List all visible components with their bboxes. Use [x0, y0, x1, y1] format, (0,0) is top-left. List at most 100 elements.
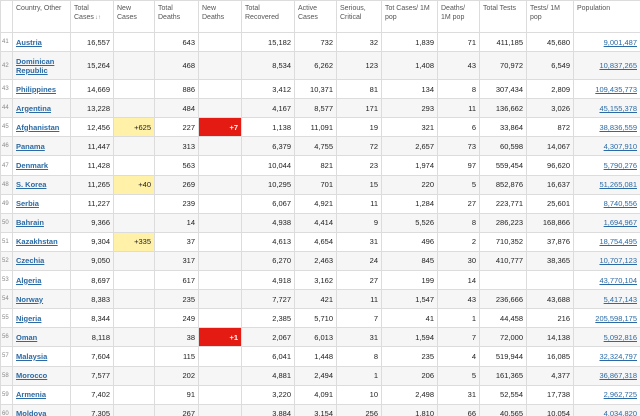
population-link-text[interactable]: 18,754,495	[599, 237, 637, 246]
population-link-text[interactable]: 205,598,175	[595, 314, 637, 323]
country-link[interactable]: Armenia	[12, 384, 71, 405]
population-link-text[interactable]: 10,707,123	[599, 256, 637, 265]
population-link[interactable]: 18,754,495	[573, 231, 640, 252]
country-link[interactable]: Kazakhstan	[12, 231, 71, 252]
population-link[interactable]: 51,265,081	[573, 174, 640, 195]
country-link-text[interactable]: Morocco	[16, 371, 47, 380]
country-link-text[interactable]: Moldova	[16, 409, 46, 416]
country-link[interactable]: Philippines	[12, 79, 71, 100]
header-total-deaths[interactable]: Total Deaths	[154, 0, 199, 33]
country-link[interactable]: Moldova	[12, 403, 71, 416]
header-new-deaths[interactable]: New Deaths	[198, 0, 242, 33]
country-link-text[interactable]: Algeria	[16, 276, 41, 285]
population-link-text[interactable]: 51,265,081	[599, 180, 637, 189]
country-link-text[interactable]: Dominican Republic	[16, 57, 67, 75]
population-link[interactable]: 10,707,123	[573, 250, 640, 272]
population-link[interactable]: 9,001,487	[573, 31, 640, 53]
country-link[interactable]: Serbia	[12, 193, 71, 214]
population-link-text[interactable]: 8,740,556	[604, 199, 637, 208]
country-link-text[interactable]: Serbia	[16, 199, 39, 208]
header-population[interactable]: Population	[573, 0, 640, 33]
country-link-text[interactable]: Armenia	[16, 390, 46, 399]
population-link[interactable]: 1,694,967	[573, 212, 640, 233]
population-link[interactable]: 5,790,276	[573, 155, 640, 176]
country-link-text[interactable]: Malaysia	[16, 352, 47, 361]
country-link[interactable]: Norway	[12, 289, 71, 310]
country-link-text[interactable]: Kazakhstan	[16, 237, 58, 246]
country-link[interactable]: Argentina	[12, 98, 71, 119]
population-link-text[interactable]: 4,034,820	[604, 409, 637, 416]
country-link[interactable]: Austria	[12, 31, 71, 53]
deaths-per-million-cell: 43	[437, 289, 480, 310]
population-link-text[interactable]: 4,307,910	[604, 142, 637, 151]
population-link-text[interactable]: 2,962,725	[604, 390, 637, 399]
population-link-text[interactable]: 5,092,816	[604, 333, 637, 342]
header-index[interactable]	[0, 0, 13, 33]
country-link-text[interactable]: Afghanistan	[16, 123, 59, 132]
country-link-text[interactable]: Oman	[16, 333, 37, 342]
population-link[interactable]: 205,598,175	[573, 308, 640, 329]
header-new-cases[interactable]: New Cases	[113, 0, 155, 33]
cases-per-million-cell: 845	[381, 250, 438, 272]
country-link-text[interactable]: Argentina	[16, 104, 51, 113]
country-link[interactable]: Nigeria	[12, 308, 71, 329]
header-deaths-per-million[interactable]: Deaths/ 1M pop	[437, 0, 480, 33]
country-link[interactable]: Bahrain	[12, 212, 71, 233]
population-link-text[interactable]: 5,790,276	[604, 161, 637, 170]
tests-per-million-cell: 96,620	[526, 155, 574, 176]
country-link[interactable]: Morocco	[12, 365, 71, 386]
country-link[interactable]: Afghanistan	[12, 117, 71, 138]
country-link[interactable]: Malaysia	[12, 346, 71, 367]
country-link[interactable]: Oman	[12, 327, 71, 348]
population-link-text[interactable]: 9,001,487	[604, 38, 637, 47]
active-cases-cell: 6,262	[294, 51, 337, 81]
population-link-text[interactable]: 36,867,318	[599, 371, 637, 380]
population-link[interactable]: 8,740,556	[573, 193, 640, 214]
population-link-text[interactable]: 43,770,104	[599, 276, 637, 285]
header-country[interactable]: Country, Other	[12, 0, 71, 33]
header-tests-per-million[interactable]: Tests/ 1M pop	[526, 0, 574, 33]
population-link-text[interactable]: 38,836,559	[599, 123, 637, 132]
population-link[interactable]: 5,092,816	[573, 327, 640, 348]
header-total-recovered[interactable]: Total Recovered	[241, 0, 295, 33]
population-link-text[interactable]: 45,155,378	[599, 104, 637, 113]
country-link-text[interactable]: Austria	[16, 38, 42, 47]
header-total-cases[interactable]: Total Cases↓↑	[70, 0, 114, 33]
sort-arrows-icon[interactable]: ↓↑	[95, 15, 101, 21]
population-link[interactable]: 43,770,104	[573, 270, 640, 291]
population-link[interactable]: 45,155,378	[573, 98, 640, 119]
header-serious[interactable]: Serious, Critical	[336, 0, 382, 33]
country-link[interactable]: Algeria	[12, 270, 71, 291]
country-link-text[interactable]: Norway	[16, 295, 43, 304]
population-link[interactable]: 10,837,265	[573, 51, 640, 81]
country-link-text[interactable]: Panama	[16, 142, 45, 151]
population-link[interactable]: 2,962,725	[573, 384, 640, 405]
population-link[interactable]: 32,324,797	[573, 346, 640, 367]
population-link[interactable]: 109,435,773	[573, 79, 640, 100]
population-link[interactable]: 4,034,820	[573, 403, 640, 416]
country-link-text[interactable]: Denmark	[16, 161, 48, 170]
country-link[interactable]: Denmark	[12, 155, 71, 176]
header-total-tests[interactable]: Total Tests	[479, 0, 527, 33]
country-link-text[interactable]: Bahrain	[16, 218, 44, 227]
population-link-text[interactable]: 32,324,797	[599, 352, 637, 361]
country-link[interactable]: Panama	[12, 136, 71, 157]
population-link-text[interactable]: 1,694,967	[604, 218, 637, 227]
country-link-text[interactable]: Czechia	[16, 256, 44, 265]
population-link[interactable]: 36,867,318	[573, 365, 640, 386]
country-link-text[interactable]: Nigeria	[16, 314, 41, 323]
cases-per-million-cell: 206	[381, 365, 438, 386]
header-cases-per-million[interactable]: Tot Cases/ 1M pop	[381, 0, 438, 33]
population-link-text[interactable]: 10,837,265	[599, 61, 637, 70]
population-link-text[interactable]: 109,435,773	[595, 85, 637, 94]
country-link[interactable]: S. Korea	[12, 174, 71, 195]
header-active-cases[interactable]: Active Cases	[294, 0, 337, 33]
country-link[interactable]: Dominican Republic	[12, 51, 71, 81]
country-link-text[interactable]: S. Korea	[16, 180, 46, 189]
population-link-text[interactable]: 5,417,143	[604, 295, 637, 304]
population-link[interactable]: 5,417,143	[573, 289, 640, 310]
population-link[interactable]: 4,307,910	[573, 136, 640, 157]
country-link[interactable]: Czechia	[12, 250, 71, 272]
population-link[interactable]: 38,836,559	[573, 117, 640, 138]
country-link-text[interactable]: Philippines	[16, 85, 56, 94]
